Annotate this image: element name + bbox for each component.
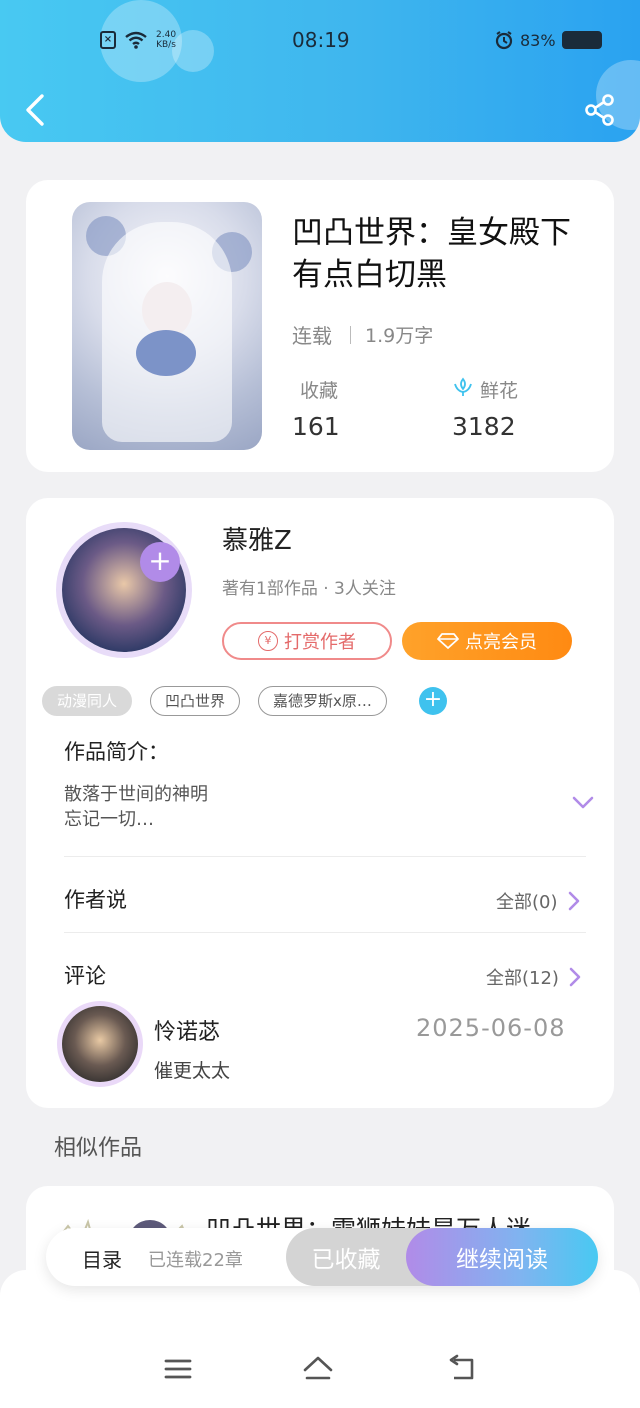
meta-divider — [350, 325, 351, 344]
top-header: × 2.40 KB/s 08:19 83% — [0, 0, 640, 142]
comments-count: 全部(12) — [486, 968, 559, 989]
share-icon[interactable] — [584, 94, 616, 126]
comment-date: 2025-06-08 — [416, 1014, 566, 1042]
intro-text[interactable]: 散落于世间的神明 忘记一切… — [64, 782, 208, 832]
continue-reading-label: 继续阅读 — [456, 1247, 548, 1273]
book-meta: 连载 1.9万字 — [292, 320, 433, 349]
status-left: × 2.40 KB/s — [100, 30, 176, 50]
author-stats: 著有1部作品 · 3人关注 — [222, 579, 396, 599]
tip-author-button[interactable]: ¥ 打赏作者 — [222, 622, 392, 660]
tag-item[interactable]: 动漫同人 — [42, 686, 133, 716]
tag-item[interactable]: 凹凸世界 — [150, 686, 241, 716]
battery-percent: 83% — [520, 30, 556, 50]
alarm-icon — [495, 31, 513, 50]
book-status: 连载 — [292, 324, 332, 348]
commenter-name[interactable]: 怜诺苾 — [154, 1014, 220, 1046]
back-icon[interactable] — [22, 92, 48, 128]
follow-plus-button[interactable]: + — [140, 542, 180, 582]
divider — [64, 856, 586, 857]
book-cover[interactable] — [72, 202, 262, 450]
diamond-icon — [437, 633, 459, 649]
flowers-label: 鲜花 — [480, 380, 519, 402]
home-icon[interactable] — [302, 1354, 334, 1384]
comments-all-link[interactable]: 全部(12) — [486, 964, 581, 990]
sim-icon: × — [100, 31, 116, 49]
intro-label: 作品简介： — [64, 740, 169, 764]
wifi-icon — [125, 31, 147, 49]
author-says-count: 全部(0) — [496, 892, 558, 913]
net-speed: 2.40 KB/s — [156, 30, 176, 50]
status-bar: × 2.40 KB/s 08:19 83% — [0, 24, 640, 58]
word-count: 1.9万字 — [365, 325, 434, 347]
favorites-value: 161 — [292, 412, 340, 441]
reading-action-bar: 目录 已连载22章 已收藏 继续阅读 — [46, 1228, 598, 1286]
menu-icon[interactable] — [162, 1354, 194, 1384]
tag-list: 动漫同人 凹凸世界 嘉德罗斯x原… + — [42, 686, 447, 716]
book-title: 凹凸世界：皇女殿下有点白切黑 — [292, 215, 571, 293]
coin-icon: ¥ — [258, 631, 278, 651]
intro-line: 散落于世间的神明 — [64, 784, 208, 805]
status-right: 83% — [494, 30, 602, 50]
tag-item[interactable]: 嘉德罗斯x原… — [258, 686, 387, 716]
system-nav-bar — [0, 1340, 640, 1400]
add-tag-button[interactable]: + — [418, 687, 447, 715]
comments-label: 评论 — [64, 964, 106, 988]
chevron-right-icon — [569, 967, 581, 987]
author-name[interactable]: 慕雅Z — [222, 520, 292, 557]
comment-text[interactable]: 催更太太 — [154, 1056, 230, 1083]
net-speed-value: 2.40 — [156, 30, 177, 40]
divider — [64, 932, 586, 933]
vip-button[interactable]: 点亮会员 — [402, 622, 572, 660]
chapter-count: 已连载22章 — [148, 1250, 243, 1271]
tip-author-label: 打赏作者 — [284, 632, 356, 653]
battery-icon — [561, 31, 602, 49]
chevron-right-icon — [568, 891, 579, 911]
return-icon[interactable] — [446, 1354, 478, 1384]
intro-line: 忘记一切… — [64, 809, 154, 830]
flower-icon — [454, 377, 472, 396]
net-speed-unit: KB/s — [156, 40, 176, 50]
similar-works-label: 相似作品 — [54, 1136, 143, 1161]
chevron-down-icon[interactable] — [572, 796, 594, 810]
author-card: + 慕雅Z 著有1部作品 · 3人关注 ¥ 打赏作者 点亮会员 动漫同人 凹凸世… — [26, 498, 614, 1108]
vip-label: 点亮会员 — [465, 632, 537, 653]
continue-reading-button[interactable]: 继续阅读 — [406, 1228, 598, 1286]
cover-rose — [136, 330, 196, 376]
toc-button[interactable]: 目录 — [82, 1244, 122, 1273]
book-info-card: 凹凸世界：皇女殿下有点白切黑 连载 1.9万字 收藏 161 鲜花 3182 — [26, 180, 614, 472]
author-says-all-link[interactable]: 全部(0) — [496, 888, 580, 914]
favorites-label: 收藏 — [300, 380, 339, 402]
favorited-label: 已收藏 — [311, 1247, 381, 1273]
flowers-value: 3182 — [452, 412, 516, 441]
status-time: 08:19 — [292, 28, 350, 52]
commenter-avatar[interactable] — [62, 1006, 138, 1082]
author-says-label: 作者说 — [64, 888, 127, 912]
